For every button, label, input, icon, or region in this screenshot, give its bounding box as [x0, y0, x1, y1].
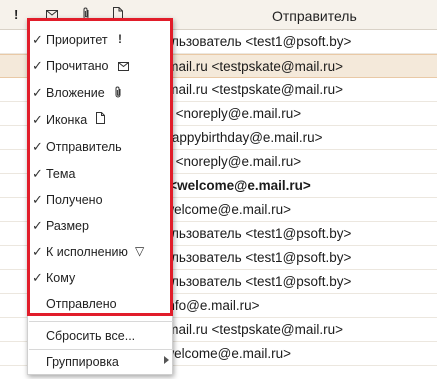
menu-item-priority[interactable]: ✓ Приоритет ! — [28, 29, 174, 54]
menu-item-label: Группировка — [46, 355, 119, 369]
sender-column-header[interactable]: Отправитель — [272, 8, 357, 24]
menu-item-label: Кому — [46, 271, 76, 285]
menu-item-label: Отправитель — [46, 140, 122, 154]
menu-item-label: Отправлено — [46, 297, 117, 311]
checkmark-icon: ✓ — [32, 85, 43, 100]
menu-item-icon[interactable]: ✓ Иконка — [28, 109, 174, 134]
menu-item-label: Получено — [46, 193, 103, 207]
flag-triangle-icon: ▽ — [135, 244, 145, 258]
menu-item-sent[interactable]: Отправлено — [28, 293, 174, 318]
menu-item-label: Размер — [46, 219, 89, 233]
checkmark-icon: ✓ — [32, 270, 43, 285]
menu-item-reset-all[interactable]: Сбросить все... — [28, 325, 174, 350]
menu-item-label: К исполнению — [46, 245, 128, 259]
checkmark-icon: ✓ — [32, 32, 43, 47]
menu-item-label: Вложение — [46, 86, 105, 100]
checkmark-icon: ✓ — [32, 58, 43, 73]
menu-item-attachment[interactable]: ✓ Вложение — [28, 82, 174, 107]
menu-item-subject[interactable]: ✓ Тема — [28, 163, 174, 188]
priority-column-header[interactable]: ! — [14, 7, 18, 22]
menu-item-label: Прочитано — [46, 59, 109, 73]
menu-item-label: Сбросить все... — [46, 329, 136, 343]
menu-item-to[interactable]: ✓ Кому — [28, 267, 174, 292]
checkmark-icon: ✓ — [32, 166, 43, 181]
menu-item-grouping[interactable]: Группировка — [28, 351, 174, 376]
menu-divider — [29, 321, 173, 322]
checkmark-icon: ✓ — [32, 218, 43, 233]
menu-item-read[interactable]: ✓ Прочитано — [28, 55, 174, 80]
menu-item-received[interactable]: ✓ Получено — [28, 189, 174, 214]
checkmark-icon: ✓ — [32, 139, 43, 154]
menu-item-label: Тема — [46, 167, 76, 181]
document-icon — [96, 112, 105, 127]
submenu-arrow-icon — [164, 356, 169, 364]
menu-item-label: Иконка — [46, 113, 88, 127]
envelope-icon — [118, 60, 129, 74]
checkmark-icon: ✓ — [32, 112, 43, 127]
exclamation-icon: ! — [118, 32, 122, 46]
column-context-menu: ✓ Приоритет ! ✓ Прочитано ✓ Вложение ✓ И… — [27, 18, 173, 375]
menu-item-sender[interactable]: ✓ Отправитель — [28, 136, 174, 161]
paperclip-icon — [114, 86, 122, 101]
menu-item-size[interactable]: ✓ Размер — [28, 215, 174, 240]
menu-item-label: Приоритет — [46, 33, 108, 47]
checkmark-icon: ✓ — [32, 192, 43, 207]
menu-divider — [29, 349, 173, 350]
checkmark-icon: ✓ — [32, 244, 43, 259]
menu-item-todo[interactable]: ✓ К исполнению ▽ — [28, 241, 174, 266]
